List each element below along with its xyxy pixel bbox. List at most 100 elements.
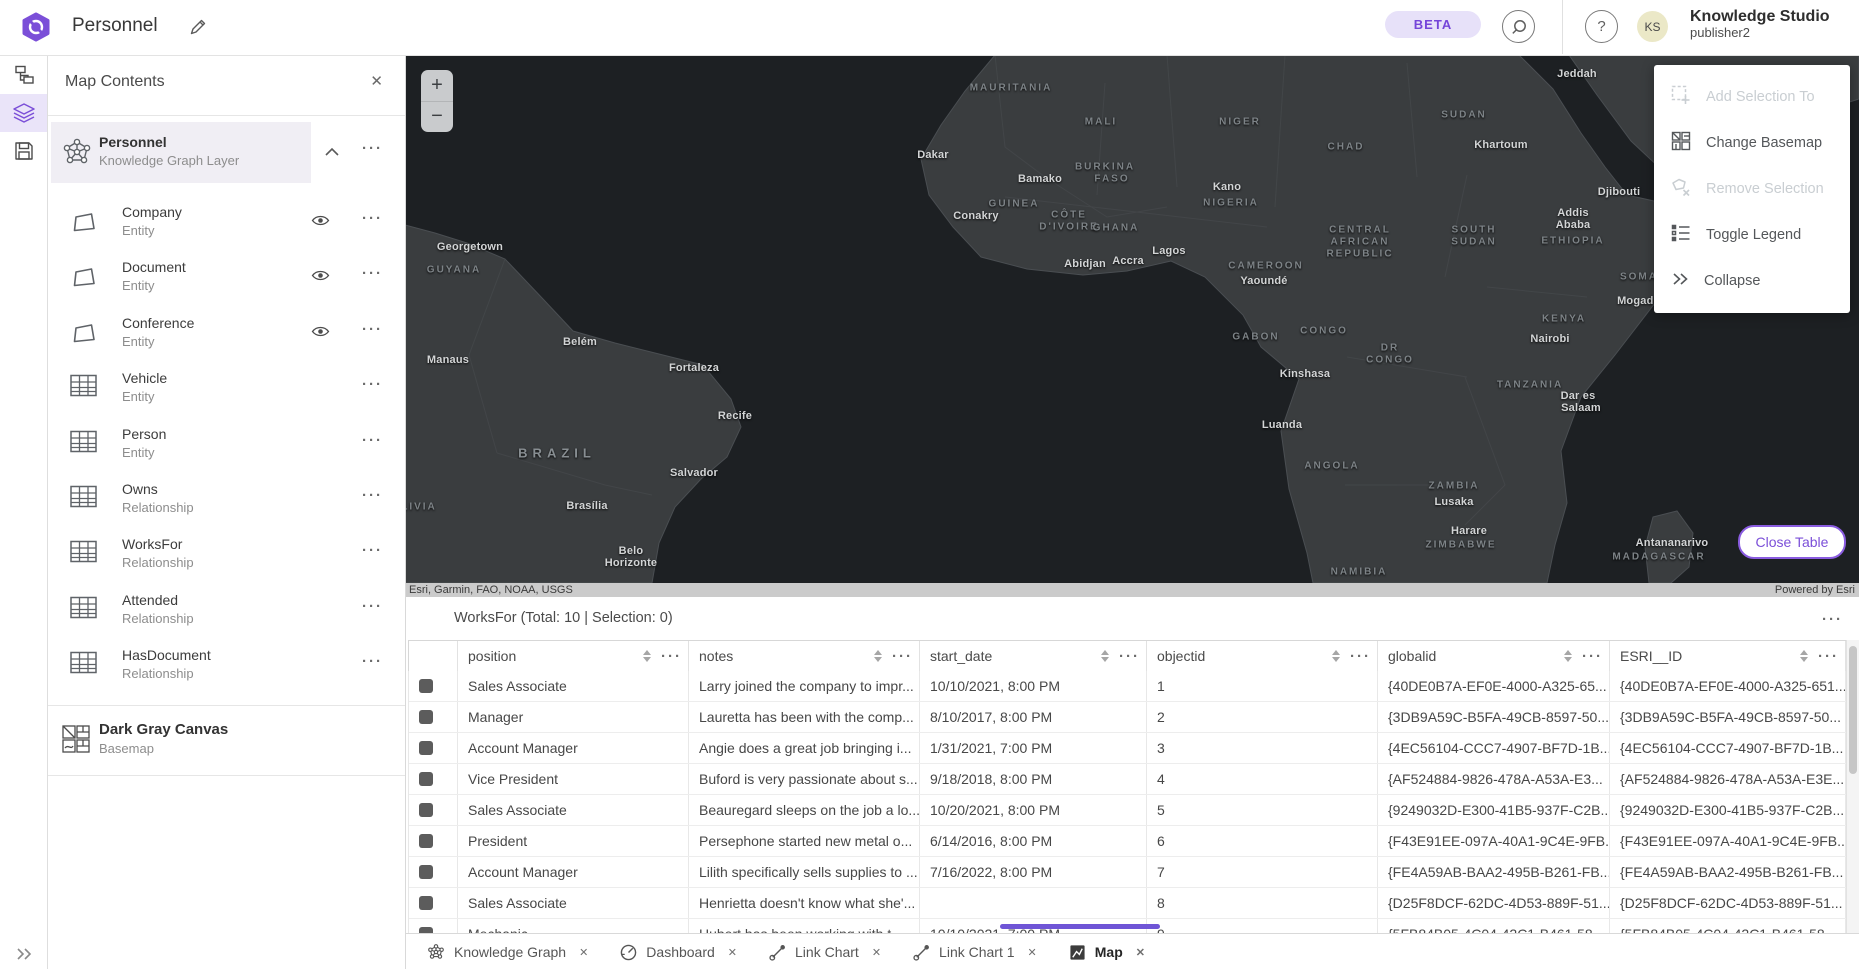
layer-row-vehicle[interactable]: VehicleEntity··· (48, 361, 405, 416)
column-header-position[interactable]: position··· (458, 641, 689, 671)
row-checkbox[interactable] (419, 772, 433, 786)
view-tab-link-chart-1[interactable]: Link Chart 1✕ (899, 934, 1051, 969)
column-overflow-icon[interactable]: ··· (1119, 648, 1140, 665)
view-tab-link-chart[interactable]: Link Chart✕ (755, 934, 895, 969)
column-header-objectid[interactable]: objectid··· (1147, 641, 1378, 671)
table-row[interactable]: Account ManagerAngie does a great job br… (409, 733, 1846, 764)
close-tab-icon[interactable]: ✕ (579, 946, 588, 959)
layer-row-worksfor[interactable]: WorksForRelationship··· (48, 527, 405, 582)
collapse-group-icon[interactable] (324, 144, 340, 162)
search-button[interactable] (1502, 10, 1535, 43)
rail-item-data-model[interactable] (0, 56, 47, 94)
column-overflow-icon[interactable]: ··· (1818, 648, 1839, 665)
zoom-in-button[interactable]: + (421, 70, 453, 102)
table-row[interactable]: Sales AssociateLarry joined the company … (409, 671, 1846, 702)
row-select-cell (409, 764, 458, 794)
layer-group-personnel[interactable]: Personnel Knowledge Graph Layer ··· (48, 122, 405, 183)
map-label-city: Belo (619, 545, 644, 557)
column-overflow-icon[interactable]: ··· (892, 648, 913, 665)
close-panel-icon[interactable]: ✕ (370, 72, 383, 90)
sort-icon[interactable] (1332, 650, 1340, 662)
menu-item-collapse[interactable]: Collapse (1654, 258, 1850, 304)
row-checkbox[interactable] (419, 741, 433, 755)
layer-name: HasDocument (122, 647, 211, 663)
view-tab-map[interactable]: Map✕ (1055, 934, 1159, 969)
layer-row-person[interactable]: PersonEntity··· (48, 417, 405, 472)
layer-row-hasdocument[interactable]: HasDocumentRelationship··· (48, 638, 405, 693)
sort-icon[interactable] (643, 650, 651, 662)
layer-overflow-icon[interactable]: ··· (362, 653, 383, 670)
map-view[interactable]: MAURITANIAMALINIGERSUDANCHADBURKINAFASOG… (405, 55, 1859, 597)
sort-icon[interactable] (1564, 650, 1572, 662)
layer-overflow-icon[interactable]: ··· (362, 210, 383, 227)
close-tab-icon[interactable]: ✕ (728, 946, 737, 959)
column-overflow-icon[interactable]: ··· (661, 648, 682, 665)
table-row[interactable]: Vice PresidentBuford is very passionate … (409, 764, 1846, 795)
edit-title-icon[interactable] (188, 17, 208, 42)
toggle-visibility-icon[interactable] (311, 269, 330, 287)
column-overflow-icon[interactable]: ··· (1350, 648, 1371, 665)
layer-row-conference[interactable]: ConferenceEntity··· (48, 306, 405, 361)
map-label-city: Khartoum (1474, 139, 1528, 151)
row-checkbox[interactable] (419, 896, 433, 910)
vertical-scroll-thumb[interactable] (1849, 646, 1857, 774)
expand-rail-button[interactable] (0, 947, 47, 961)
column-header-start_date[interactable]: start_date··· (920, 641, 1147, 671)
table-row[interactable]: Account ManagerLilith specifically sells… (409, 857, 1846, 888)
map-label-country: MALI (1085, 117, 1117, 128)
view-tab-dashboard[interactable]: Dashboard✕ (606, 934, 751, 969)
cell-start_date: 8/10/2017, 8:00 PM (920, 702, 1147, 732)
table-row[interactable]: PresidentPersephone started new metal o.… (409, 826, 1846, 857)
layer-overflow-icon[interactable]: ··· (362, 265, 383, 282)
table-row[interactable]: ManagerLauretta has been with the comp..… (409, 702, 1846, 733)
view-tab-knowledge-graph[interactable]: Knowledge Graph✕ (413, 934, 602, 969)
layer-row-owns[interactable]: OwnsRelationship··· (48, 472, 405, 527)
menu-item-change-basemap[interactable]: Change Basemap (1654, 120, 1850, 166)
toggle-visibility-icon[interactable] (311, 325, 330, 343)
help-button[interactable]: ? (1585, 10, 1618, 43)
column-header-notes[interactable]: notes··· (689, 641, 920, 671)
layer-overflow-icon[interactable]: ··· (362, 598, 383, 615)
table-icon (70, 596, 97, 624)
layer-row-company[interactable]: CompanyEntity··· (48, 195, 405, 250)
close-table-button[interactable]: Close Table (1738, 525, 1846, 559)
map-label-country: GABON (1232, 332, 1279, 343)
table-vertical-scrollbar[interactable] (1846, 640, 1859, 933)
row-checkbox[interactable] (419, 803, 433, 817)
layer-overflow-icon[interactable]: ··· (362, 487, 383, 504)
row-checkbox[interactable] (419, 865, 433, 879)
column-overflow-icon[interactable]: ··· (1582, 648, 1603, 665)
basemap-row[interactable]: Dark Gray Canvas Basemap (48, 708, 405, 772)
rail-item-layers[interactable] (0, 94, 47, 132)
cell-start_date (920, 888, 1147, 918)
table-row[interactable]: Sales AssociateBeauregard sleeps on the … (409, 795, 1846, 826)
row-checkbox[interactable] (419, 710, 433, 724)
layer-overflow-icon[interactable]: ··· (362, 321, 383, 338)
table-horizontal-scroll-thumb[interactable] (1000, 924, 1160, 929)
panel-title: Map Contents (65, 73, 165, 91)
rail-item-save[interactable] (0, 132, 47, 170)
user-avatar[interactable]: KS (1637, 11, 1668, 42)
table-row[interactable]: Sales AssociateHenrietta doesn't know wh… (409, 888, 1846, 919)
sort-icon[interactable] (1101, 650, 1109, 662)
close-tab-icon[interactable]: ✕ (1028, 946, 1037, 959)
sort-icon[interactable] (874, 650, 882, 662)
close-tab-icon[interactable]: ✕ (872, 946, 881, 959)
column-header-esri_id[interactable]: ESRI__ID··· (1610, 641, 1846, 671)
layer-overflow-icon[interactable]: ··· (362, 376, 383, 393)
map-label-country: NIGER (1219, 117, 1261, 128)
menu-item-toggle-legend[interactable]: Toggle Legend (1654, 212, 1850, 258)
layer-group-overflow-icon[interactable]: ··· (362, 140, 383, 157)
zoom-out-button[interactable]: − (421, 102, 453, 133)
row-checkbox[interactable] (419, 679, 433, 693)
layer-overflow-icon[interactable]: ··· (362, 432, 383, 449)
table-overflow-icon[interactable]: ··· (1822, 611, 1843, 628)
layer-row-attended[interactable]: AttendedRelationship··· (48, 583, 405, 638)
sort-icon[interactable] (1800, 650, 1808, 662)
layer-row-document[interactable]: DocumentEntity··· (48, 250, 405, 305)
column-header-globalid[interactable]: globalid··· (1378, 641, 1610, 671)
close-tab-icon[interactable]: ✕ (1136, 946, 1145, 959)
toggle-visibility-icon[interactable] (311, 214, 330, 232)
layer-overflow-icon[interactable]: ··· (362, 542, 383, 559)
row-checkbox[interactable] (419, 834, 433, 848)
